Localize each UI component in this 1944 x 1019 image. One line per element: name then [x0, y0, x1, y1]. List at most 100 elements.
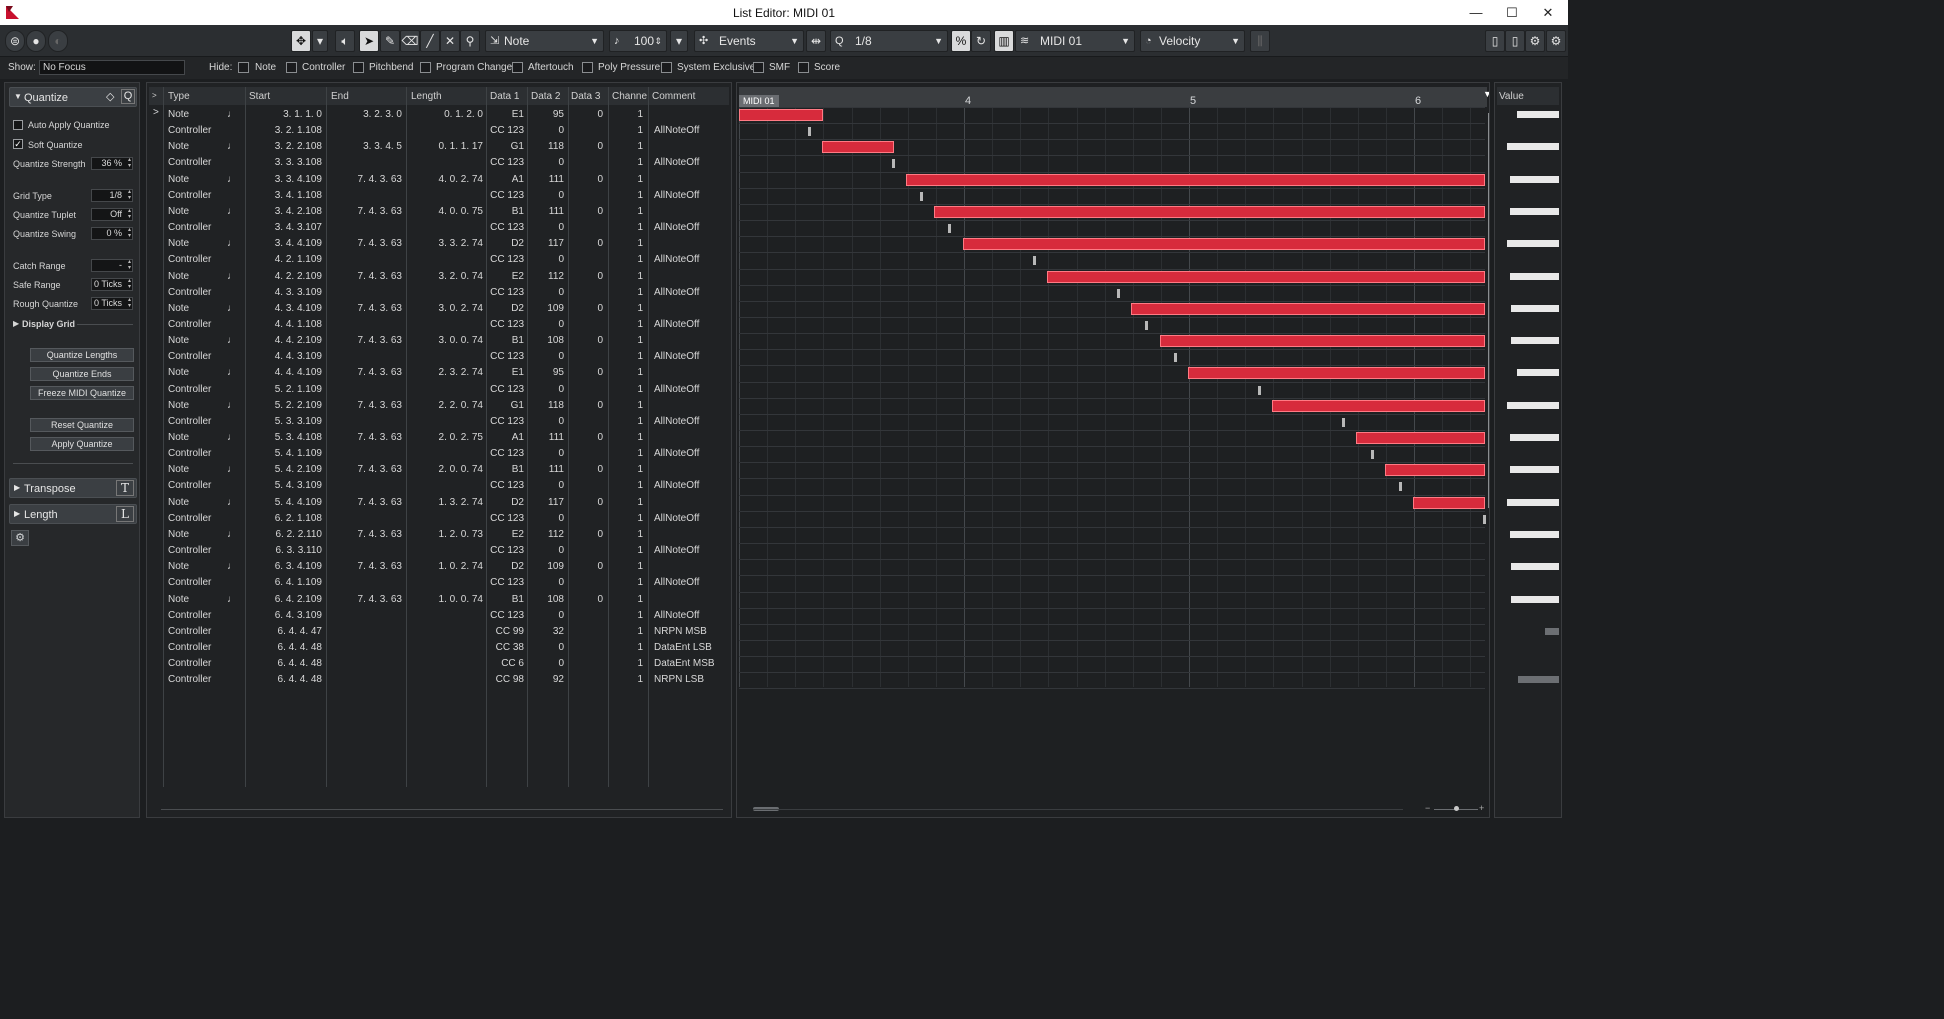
table-row[interactable]: Note 3. 2. 2.108 3. 3. 4. 5 0. 1. 1. 17 G1 11…	[165, 139, 731, 155]
cell-data2[interactable]: 0	[558, 190, 564, 201]
cell-type[interactable]: Note	[168, 464, 189, 475]
cell-data2[interactable]: 0	[558, 658, 564, 669]
table-row[interactable]: Controller 5. 3. 3.109 CC 123 0 1 AllNoteOff	[165, 414, 731, 430]
cell-comment[interactable]: NRPN LSB	[654, 674, 704, 685]
cell-start[interactable]: 5. 4. 3.109	[275, 480, 322, 491]
cell-data3[interactable]: 0	[597, 464, 603, 475]
cell-channe[interactable]: 1	[637, 367, 643, 378]
table-row[interactable]: Note 3. 4. 4.109 7. 4. 3. 63 3. 3. 2. 74 D2 1…	[165, 236, 731, 252]
cell-data3[interactable]: 0	[597, 109, 603, 120]
cell-channe[interactable]: 1	[637, 222, 643, 233]
cell-type[interactable]: Note	[168, 109, 189, 120]
table-row[interactable]: Note 5. 3. 4.108 7. 4. 3. 63 2. 0. 2. 75 A1 1…	[165, 430, 731, 446]
cell-comment[interactable]: AllNoteOff	[654, 545, 699, 556]
cell-data1[interactable]: CC 38	[496, 642, 524, 653]
chevron-down-icon[interactable]: ▾	[670, 30, 688, 52]
col-data2[interactable]: Data 2	[531, 91, 560, 102]
tuplet-spinner[interactable]: Off	[91, 208, 133, 221]
cell-data1[interactable]: E1	[512, 109, 524, 120]
cell-data3[interactable]: 0	[597, 206, 603, 217]
table-row[interactable]: Controller 5. 4. 1.109 CC 123 0 1 AllNoteOff	[165, 446, 731, 462]
cell-start[interactable]: 4. 2. 2.109	[275, 271, 322, 282]
value-bar[interactable]	[1511, 595, 1559, 603]
cell-start[interactable]: 3. 4. 4.109	[275, 238, 322, 249]
cell-start[interactable]: 5. 2. 2.109	[275, 400, 322, 411]
cell-data2[interactable]: 92	[553, 674, 564, 685]
cell-data1[interactable]: D2	[511, 561, 524, 572]
value-bar[interactable]	[1510, 434, 1559, 441]
cell-channe[interactable]: 1	[637, 658, 643, 669]
col-data3[interactable]: Data 3	[571, 91, 600, 102]
cell-data2[interactable]: 0	[558, 545, 564, 556]
cell-data1[interactable]: CC 6	[501, 658, 524, 669]
cell-start[interactable]: 5. 2. 1.109	[275, 384, 322, 395]
hide-controller-checkbox[interactable]	[286, 62, 297, 73]
cell-channe[interactable]: 1	[637, 529, 643, 540]
table-row[interactable]: Controller 3. 4. 3.107 CC 123 0 1 AllNoteOff	[165, 220, 731, 236]
table-row[interactable]: Note 6. 4. 2.109 7. 4. 3. 63 1. 0. 0. 74 B1 1…	[165, 592, 731, 608]
cell-data1[interactable]: A1	[512, 174, 524, 185]
cell-end[interactable]: 7. 4. 3. 63	[358, 594, 402, 605]
cell-comment[interactable]: AllNoteOff	[654, 254, 699, 265]
cell-type[interactable]: Controller	[168, 416, 211, 427]
cell-channe[interactable]: 1	[637, 480, 643, 491]
quantize-q-icon[interactable]: Q	[121, 89, 135, 104]
table-row[interactable]: Controller 6. 4. 4. 48 CC 38 0 1 DataEnt LSB	[165, 640, 731, 656]
cell-data2[interactable]: 0	[558, 610, 564, 621]
cell-type[interactable]: Note	[168, 206, 189, 217]
cell-data1[interactable]: CC 123	[490, 480, 524, 491]
table-row[interactable]: Controller 3. 3. 3.108 CC 123 0 1 AllNoteOff	[165, 155, 731, 171]
controller-event[interactable]	[1398, 482, 1402, 492]
table-row[interactable]: Controller 6. 4. 3.109 CC 123 0 1 AllNoteOff	[165, 608, 731, 624]
cell-channe[interactable]: 1	[637, 238, 643, 249]
cell-start[interactable]: 3. 3. 4.109	[275, 174, 322, 185]
length-section-header[interactable]: ▶ Length L	[9, 504, 137, 524]
controller-lanes-icon[interactable]: ⫼	[1250, 30, 1270, 52]
cell-start[interactable]: 5. 4. 4.109	[275, 497, 322, 508]
cell-channe[interactable]: 1	[637, 254, 643, 265]
table-row[interactable]: Note 3. 3. 4.109 7. 4. 3. 63 4. 0. 2. 74 A1 1…	[165, 172, 731, 188]
note-event[interactable]	[821, 141, 895, 154]
cell-start[interactable]: 6. 4. 4. 48	[278, 674, 322, 685]
cell-type[interactable]: Controller	[168, 190, 211, 201]
value-bar[interactable]	[1517, 111, 1559, 118]
cell-type[interactable]: Controller	[168, 577, 211, 588]
view-mode-select[interactable]: ✣ Events ▼	[694, 30, 804, 52]
table-row[interactable]: Note 3. 1. 1. 0 3. 2. 3. 0 0. 1. 2. 0 E1 95 0 1…	[165, 107, 731, 123]
note-event[interactable]	[962, 238, 1485, 251]
erase-tool-icon[interactable]: ⌫	[400, 30, 420, 52]
ruler-menu-icon[interactable]: ▼	[1483, 89, 1489, 99]
cell-type[interactable]: Controller	[168, 513, 211, 524]
cell-length[interactable]: 2. 3. 2. 74	[439, 367, 483, 378]
cell-data1[interactable]: CC 123	[490, 254, 524, 265]
cell-data1[interactable]: CC 123	[490, 577, 524, 588]
cell-length[interactable]: 4. 0. 2. 74	[439, 174, 483, 185]
solo-icon[interactable]: ⊜	[5, 30, 25, 52]
cell-start[interactable]: 4. 2. 1.109	[275, 254, 322, 265]
cell-start[interactable]: 4. 4. 2.109	[275, 335, 322, 346]
cell-data2[interactable]: 117	[548, 497, 564, 508]
cell-channe[interactable]: 1	[637, 319, 643, 330]
cell-type[interactable]: Note	[168, 238, 189, 249]
strength-spinner[interactable]: 36 %	[91, 157, 133, 170]
table-row[interactable]: Controller 4. 2. 1.109 CC 123 0 1 AllNoteOff	[165, 252, 731, 268]
cell-length[interactable]: 1. 3. 2. 74	[439, 497, 483, 508]
quantize-select[interactable]: Q 1/8 ▼	[830, 30, 948, 52]
cell-length[interactable]: 3. 3. 2. 74	[439, 238, 483, 249]
value-bar[interactable]	[1506, 143, 1559, 151]
cell-channe[interactable]: 1	[637, 513, 643, 524]
cell-data3[interactable]: 0	[597, 561, 603, 572]
note-event[interactable]	[1159, 335, 1485, 348]
controller-event[interactable]	[1173, 353, 1177, 363]
cell-type[interactable]: Controller	[168, 674, 211, 685]
table-row[interactable]: Controller 4. 4. 3.109 CC 123 0 1 AllNoteOff	[165, 349, 731, 365]
cell-type[interactable]: Controller	[168, 319, 211, 330]
controller-event[interactable]	[920, 191, 924, 201]
note-event[interactable]	[1412, 496, 1485, 509]
cell-end[interactable]: 7. 4. 3. 63	[358, 271, 402, 282]
table-row[interactable]: Note 3. 4. 2.108 7. 4. 3. 63 4. 0. 0. 75 B1 1…	[165, 204, 731, 220]
event-display[interactable]: MIDI 01 4 5 6 ▼ − +	[736, 82, 1490, 818]
hide-program-change-checkbox[interactable]	[420, 62, 431, 73]
mute-tool-icon[interactable]: ✕	[440, 30, 460, 52]
cell-length[interactable]: 4. 0. 0. 75	[439, 206, 483, 217]
